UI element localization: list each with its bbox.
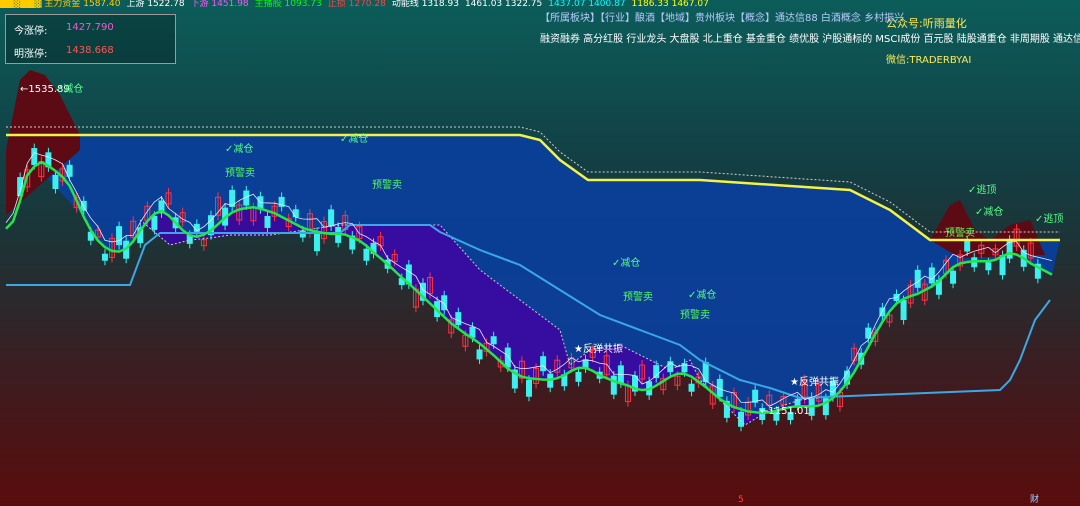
low-price-label: ←1151.01 — [760, 406, 810, 417]
candle-body — [964, 240, 971, 252]
candle-body — [985, 262, 992, 271]
candle-body — [328, 209, 335, 227]
candle-body — [116, 226, 123, 246]
candle-body — [52, 175, 59, 189]
price-chart[interactable]: ←1535.89←1151.01✓减仓✓减仓✓减仓✓减仓✓减仓✓减仓预警卖预警卖… — [0, 0, 1080, 506]
candle-body — [313, 232, 320, 252]
candle-body — [476, 349, 483, 360]
candle-body — [490, 336, 497, 345]
candle-body — [914, 269, 921, 288]
candle-body — [610, 375, 617, 395]
sector-info: 【所属板块】【行业】酿酒【地域】贵州板块【概念】通达信88 白酒概念 乡村振兴 — [540, 13, 905, 24]
watermark-wechat-id: 微信:TRADERBYAI — [886, 55, 972, 66]
signal-escape-top-1: ✓逃顶 — [1035, 212, 1063, 225]
candle-body — [151, 215, 158, 230]
band-fills — [6, 70, 1060, 425]
signal-reduce-2: ✓减仓 — [340, 132, 368, 145]
candle-body — [504, 347, 511, 368]
signal-reduce-1: ✓减仓 — [225, 142, 253, 155]
candle-body — [292, 209, 299, 218]
candle-body — [31, 148, 38, 166]
candle-body — [738, 411, 745, 427]
candle-body — [794, 398, 801, 406]
signal-rebound-0: ★反弹共振 — [574, 342, 623, 355]
candle-body — [688, 383, 695, 392]
candle-body — [101, 253, 108, 261]
candle-body — [540, 356, 547, 372]
candle-body — [950, 270, 957, 284]
signal-reduce-5: ✓减仓 — [975, 205, 1003, 218]
candle-body — [66, 164, 73, 177]
candle-body — [900, 300, 907, 321]
signal-reduce-3: ✓减仓 — [612, 256, 640, 269]
axis-mark-finance: 财 — [1030, 493, 1039, 505]
signal-rebound-1: ★反弹共振 — [790, 375, 839, 388]
signal-warn-sell-4: 预警卖 — [945, 226, 975, 239]
candle-body — [752, 389, 759, 403]
stock-info-panel: 【所属板块】【行业】酿酒【地域】贵州板块【概念】通达信88 白酒概念 乡村振兴 … — [540, 9, 1080, 66]
candle-body — [455, 312, 462, 326]
candle-body — [526, 379, 532, 397]
candle-body — [363, 248, 370, 261]
watermark-wechat-account: 公众号:听雨量化 — [886, 17, 967, 30]
signal-warn-sell-1: 预警卖 — [372, 178, 402, 191]
signal-reduce-0: ✓减仓 — [55, 82, 83, 95]
candle-body — [264, 215, 271, 228]
concept-tags: 融资融券 高分红股 行业龙头 大盘股 北上重仓 基金重仓 绩优股 沪股通标的 M… — [540, 34, 1080, 45]
candle-body — [999, 255, 1006, 276]
signal-warn-sell-2: 预警卖 — [623, 290, 653, 303]
signal-reduce-4: ✓减仓 — [688, 288, 716, 301]
candle-body — [1006, 239, 1013, 259]
signal-warn-sell-0: 预警卖 — [225, 166, 255, 179]
signal-warn-sell-3: 预警卖 — [680, 308, 710, 321]
candle-body — [928, 267, 935, 284]
candle-body — [575, 371, 582, 382]
signal-escape-top-0: ✓逃顶 — [968, 183, 996, 196]
axis-mark-5: 5 — [738, 495, 744, 505]
